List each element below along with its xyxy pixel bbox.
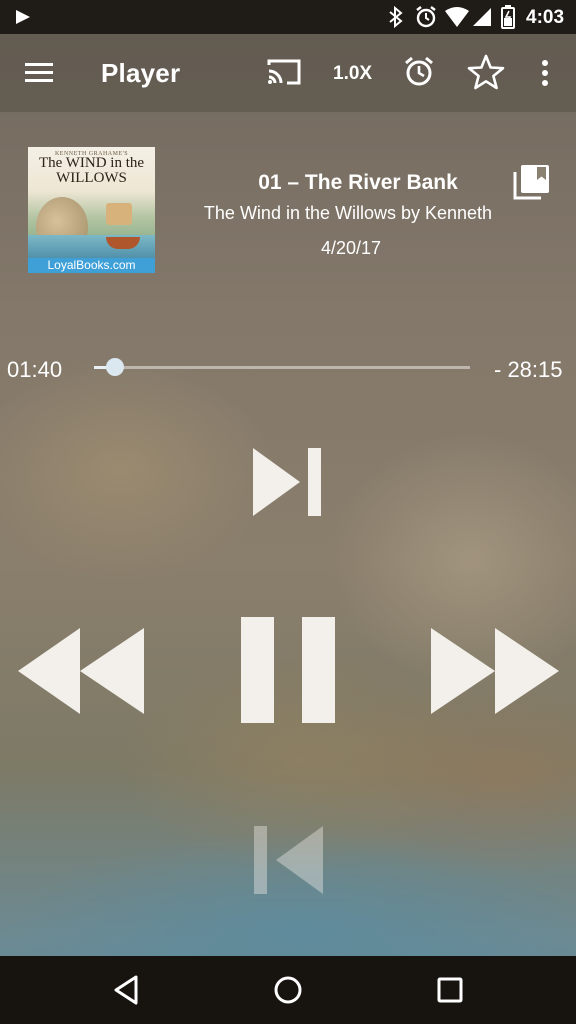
cast-icon[interactable] [267, 58, 301, 86]
track-date: 4/20/17 [320, 238, 382, 258]
app-toolbar: Player 1.0X [0, 34, 576, 112]
recents-icon[interactable] [436, 976, 464, 1004]
seek-thumb[interactable] [106, 358, 125, 376]
seek-track[interactable] [94, 358, 470, 376]
chapters-icon[interactable] [513, 164, 551, 200]
track-title: 01 – The River Bank [258, 171, 458, 194]
star-icon[interactable] [467, 54, 505, 90]
bluetooth-icon [389, 6, 403, 28]
status-bar: 4:03 [0, 0, 576, 34]
navigation-bar [0, 956, 576, 1024]
pause-icon[interactable] [238, 614, 338, 726]
elapsed-time: 01:40 [7, 357, 63, 382]
cover-title-text: The WIND in the WILLOWS [38, 155, 145, 186]
signal-icon [473, 8, 491, 26]
book-title: The Wind in the Willows by Kenneth [203, 203, 493, 223]
skip-next-icon[interactable] [248, 444, 328, 520]
rewind-icon[interactable] [14, 624, 150, 718]
remaining-time: - 28:15 [494, 357, 563, 382]
battery-icon [501, 5, 515, 29]
menu-icon[interactable] [25, 60, 53, 84]
home-icon[interactable] [272, 974, 304, 1006]
wifi-icon [445, 7, 469, 27]
more-vert-icon[interactable] [538, 59, 552, 87]
page-title: Player [101, 58, 181, 88]
playback-speed-button[interactable]: 1.0X [333, 63, 372, 85]
back-icon[interactable] [112, 974, 140, 1006]
status-time: 4:03 [526, 7, 565, 28]
cover-brand-text: LoyalBooks.com [28, 258, 155, 273]
album-cover[interactable]: KENNETH GRAHAME'S The WIND in the WILLOW… [28, 147, 155, 273]
play-icon [16, 10, 30, 24]
skip-previous-icon[interactable] [248, 822, 328, 898]
cover-house [106, 203, 132, 225]
sleep-timer-icon[interactable] [403, 56, 435, 88]
fast-forward-icon[interactable] [427, 624, 563, 718]
alarm-icon [416, 6, 436, 28]
